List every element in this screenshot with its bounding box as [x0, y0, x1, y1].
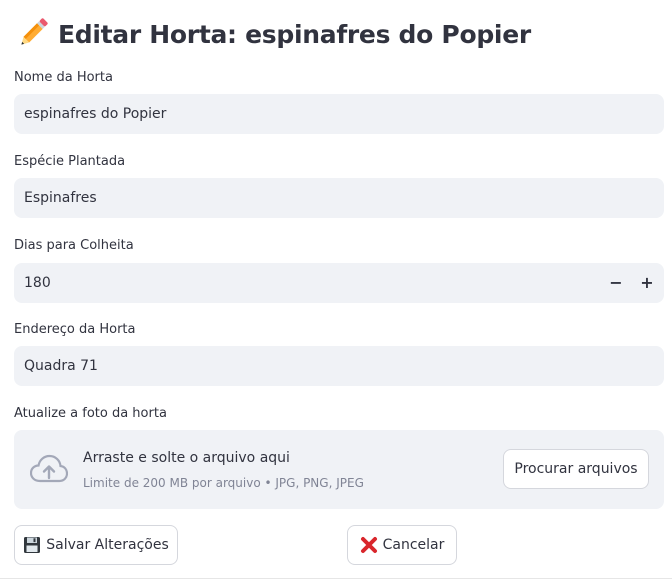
address-field-container	[14, 346, 664, 386]
days-label: Dias para Colheita	[14, 238, 134, 253]
species-field-container	[14, 178, 664, 218]
species-input[interactable]	[24, 190, 664, 206]
save-button-label: Salvar Alterações	[46, 537, 169, 553]
red-x-icon	[360, 537, 377, 553]
name-field-container	[14, 94, 664, 134]
cancel-button-label: Cancelar	[382, 537, 445, 553]
cloud-upload-icon	[30, 454, 68, 483]
cancel-button[interactable]: Cancelar	[347, 525, 457, 565]
dropzone-instructions: Arraste e solte o arquivo aqui	[83, 450, 290, 466]
save-button[interactable]: Salvar Alterações	[14, 525, 178, 565]
address-label: Endereço da Horta	[14, 322, 136, 337]
name-input[interactable]	[24, 106, 664, 122]
browse-files-button[interactable]: Procurar arquivos	[503, 449, 649, 489]
days-field-container: − +	[14, 263, 664, 303]
name-label: Nome da Horta	[14, 70, 113, 85]
days-input[interactable]	[24, 275, 584, 291]
file-dropzone[interactable]: Arraste e solte o arquivo aqui Limite de…	[14, 430, 664, 509]
address-input[interactable]	[24, 358, 664, 374]
page-header: Editar Horta: espinafres do Popier	[14, 14, 531, 54]
increment-button[interactable]: +	[631, 263, 663, 301]
species-label: Espécie Plantada	[14, 154, 126, 169]
decrement-button[interactable]: −	[600, 263, 632, 301]
floppy-disk-icon	[24, 537, 41, 553]
page-divider	[0, 578, 672, 582]
dropzone-limit-text: Limite de 200 MB por arquivo • JPG, PNG,…	[83, 476, 364, 490]
pencil-icon	[21, 18, 48, 45]
photo-label: Atualize a foto da horta	[14, 406, 167, 421]
page-title: Editar Horta: espinafres do Popier	[58, 19, 531, 49]
